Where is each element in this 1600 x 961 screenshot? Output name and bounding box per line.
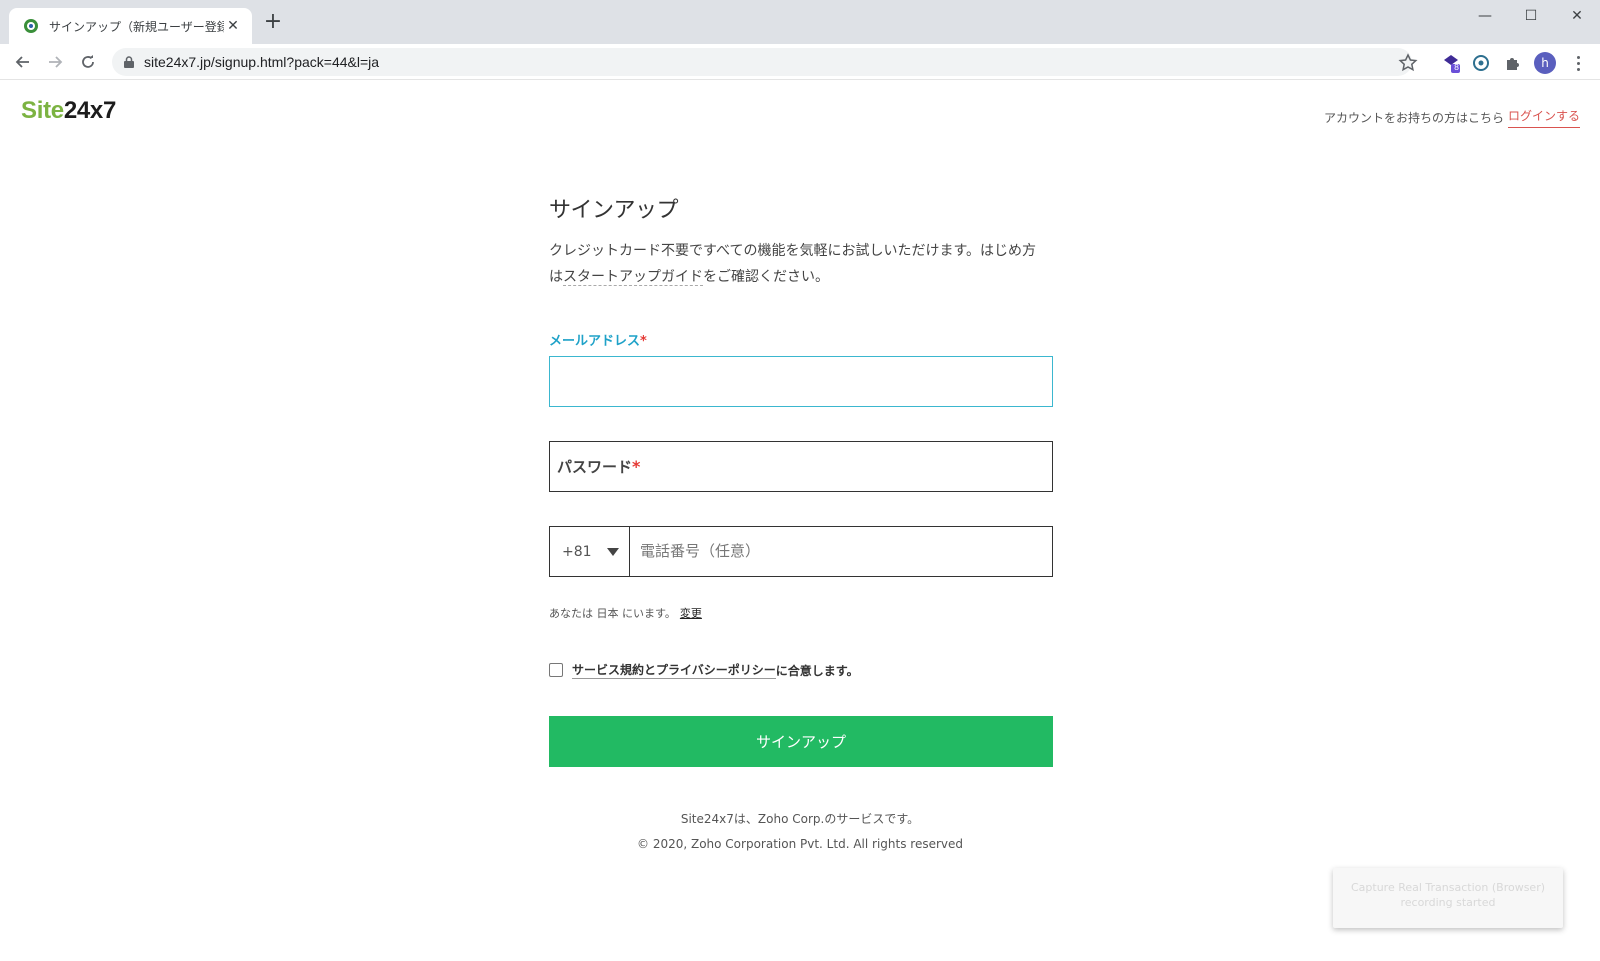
tab-title: サインアップ（新規ユーザー登録）： [49, 19, 224, 34]
change-location-link[interactable]: 変更 [680, 607, 702, 620]
network-extension-icon [1473, 55, 1489, 71]
email-label-text: メールアドレス [549, 334, 641, 349]
extension-badge: 8 [1454, 63, 1460, 72]
required-mark: * [640, 334, 647, 349]
site-favicon-icon [24, 19, 38, 33]
service-note: Site24x7は、Zoho Corp.のサービスです。 [680, 812, 920, 826]
login-link[interactable]: ログインする [1507, 107, 1580, 128]
signup-form: サインアップ クレジットカード不要ですべての機能を気軽にお試しいただけます。はじ… [549, 180, 1053, 767]
browser-toolbar: site24x7.jp/signup.html?pack=44&l=ja 8 h [0, 44, 1600, 80]
toast-line-1: Capture Real Transaction (Browser) [1350, 881, 1546, 894]
account-prompt-text: アカウントをお持ちの方はこちら [1323, 111, 1504, 125]
extension-capture-icon[interactable]: 8 [1440, 52, 1462, 74]
email-label: メールアドレス* [549, 330, 1053, 349]
maximize-window-button[interactable]: ☐ [1516, 4, 1546, 28]
agree-tail-text: に合意します。 [775, 663, 859, 678]
url-text: site24x7.jp/signup.html?pack=44&l=ja [144, 54, 380, 70]
phone-row: +81 [549, 526, 1053, 577]
page-description: クレジットカード不要ですべての機能を気軽にお試しいただけます。はじめ方はスタート… [549, 238, 1044, 290]
country-code-select[interactable]: +81 [550, 527, 630, 576]
required-mark: * [632, 457, 641, 476]
startup-guide-link[interactable]: スタートアップガイド [563, 269, 703, 286]
extensions-puzzle-button[interactable] [1502, 52, 1524, 74]
copyright-text: © 2020, Zoho Corporation Pvt. Ltd. All r… [637, 837, 963, 851]
browser-tab-strip: サインアップ（新規ユーザー登録）： ✕ + — ☐ ✕ [0, 0, 1600, 44]
close-tab-icon[interactable]: ✕ [224, 17, 242, 35]
location-text: あなたは 日本 にいます。 [549, 607, 676, 620]
toast-line-2: recording started [1400, 896, 1496, 909]
password-field[interactable]: パスワード * [549, 441, 1053, 492]
close-window-button[interactable]: ✕ [1562, 4, 1592, 28]
minimize-window-button[interactable]: — [1470, 4, 1500, 28]
site24x7-logo[interactable]: Site24x7 [21, 97, 116, 125]
browser-menu-icon[interactable] [1570, 52, 1586, 74]
forward-arrow-icon [49, 56, 63, 68]
reload-icon [82, 55, 94, 68]
signup-button[interactable]: サインアップ [549, 716, 1053, 767]
lock-icon [124, 56, 134, 68]
forward-button[interactable] [43, 50, 67, 74]
logo-number-text: 24x7 [63, 97, 117, 124]
phone-number-field[interactable] [630, 527, 1052, 576]
terms-privacy-link[interactable]: サービス規約とプライバシーポリシー [572, 661, 776, 679]
header-login-prompt: アカウントをお持ちの方はこちら ログインする [1324, 107, 1580, 128]
address-bar[interactable]: site24x7.jp/signup.html?pack=44&l=ja [112, 48, 1412, 76]
extension-network-icon[interactable] [1470, 52, 1492, 74]
page-title: サインアップ [549, 198, 679, 223]
password-label: パスワード [557, 458, 633, 476]
caret-down-icon [607, 547, 619, 556]
back-button[interactable] [11, 50, 35, 74]
puzzle-piece-icon [1507, 58, 1519, 70]
reload-button[interactable] [76, 50, 100, 74]
country-code-value: +81 [562, 543, 592, 560]
browser-tab[interactable]: サインアップ（新規ユーザー登録）： ✕ [9, 8, 252, 44]
back-arrow-icon [15, 56, 29, 68]
profile-avatar[interactable]: h [1534, 52, 1556, 74]
logo-site-text: Site [21, 97, 64, 124]
recording-toast: Capture Real Transaction (Browser) recor… [1333, 868, 1563, 928]
bookmark-star-icon[interactable] [1397, 52, 1419, 74]
terms-checkbox[interactable] [549, 663, 563, 677]
location-notice: あなたは 日本 にいます。 変更 [549, 605, 1053, 621]
new-tab-button[interactable]: + [262, 11, 284, 34]
email-field[interactable] [549, 356, 1053, 407]
terms-agreement: サービス規約とプライバシーポリシー に合意します。 [549, 661, 1053, 679]
description-tail: をご確認ください。 [703, 269, 829, 285]
